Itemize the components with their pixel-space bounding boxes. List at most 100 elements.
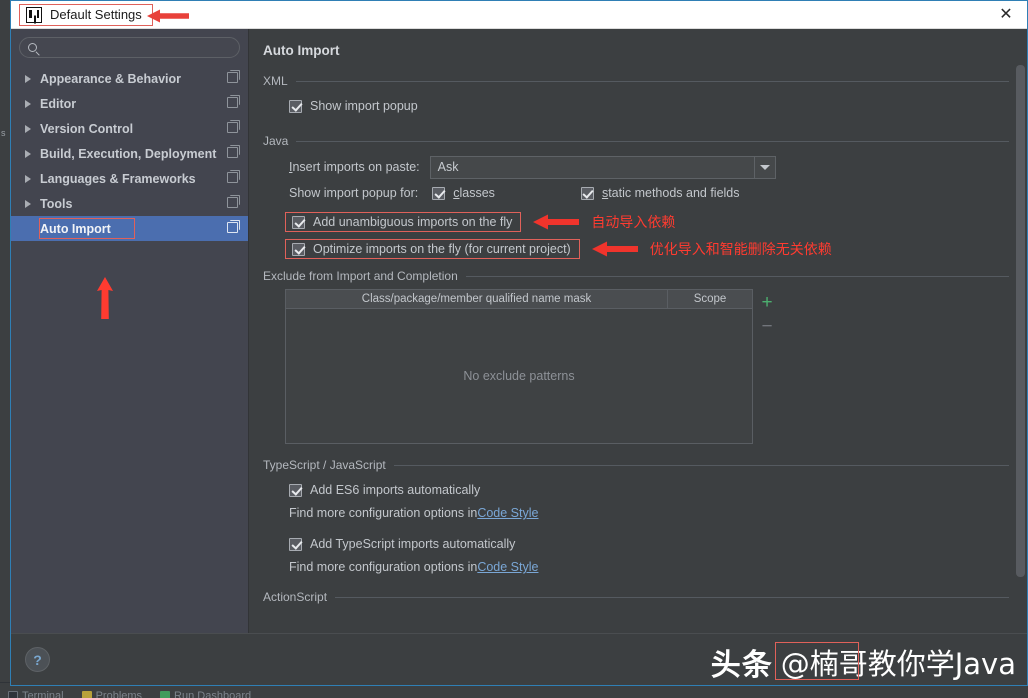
ide-edge-marker: s <box>1 128 6 138</box>
code-style-link[interactable]: Code Style <box>477 506 538 520</box>
dialog-titlebar: Default Settings ✕ <box>11 1 1027 29</box>
checkbox-label: Show import popup <box>310 99 418 113</box>
chevron-down-icon[interactable] <box>754 157 775 178</box>
group-header-exclude: Exclude from Import and Completion <box>263 269 1009 283</box>
checkbox-classes[interactable] <box>432 187 445 200</box>
column-header-scope[interactable]: Scope <box>668 290 752 308</box>
checkbox-label: Add ES6 imports automatically <box>310 483 480 497</box>
classes-label-rest: lasses <box>460 186 495 200</box>
static-methods-label-rest: tatic methods and fields <box>608 186 739 200</box>
column-header-mask[interactable]: Class/package/member qualified name mask <box>286 290 668 308</box>
status-item-terminal[interactable]: Terminal <box>8 690 64 698</box>
status-item-problems[interactable]: Problems <box>82 690 142 698</box>
empty-state-message: No exclude patterns <box>463 369 574 383</box>
red-arrow-left-icon <box>533 214 579 230</box>
scrollbar-thumb[interactable] <box>1016 65 1025 577</box>
annotated-row-optimize-imports: Optimize imports on the fly (for current… <box>263 239 1009 259</box>
checkbox-add-unambiguous-imports[interactable] <box>292 216 305 229</box>
sidebar-item-label: Version Control <box>40 122 133 136</box>
chevron-right-icon <box>25 75 31 83</box>
help-button[interactable]: ? <box>25 647 50 672</box>
checkbox-label: Add unambiguous imports on the fly <box>313 215 512 229</box>
checkbox-row-add-typescript[interactable]: Add TypeScript imports automatically <box>263 532 1009 556</box>
content-scrollbar[interactable] <box>1016 65 1025 625</box>
terminal-icon <box>8 691 18 698</box>
search-icon <box>28 43 37 52</box>
status-item-run-dashboard[interactable]: Run Dashboard <box>160 690 251 698</box>
chevron-right-icon <box>25 200 31 208</box>
annotation-auto-import-note: 自动导入依赖 <box>591 212 675 232</box>
status-item-problems-label: Problems <box>96 690 142 698</box>
insert-imports-label: Insert imports on paste: <box>289 160 420 174</box>
run-icon <box>160 691 170 698</box>
copy-settings-icon[interactable] <box>227 97 238 108</box>
remove-exclude-button[interactable]: − <box>755 314 779 338</box>
highlight-box-optimize-imports[interactable]: Optimize imports on the fly (for current… <box>285 239 580 259</box>
add-exclude-button[interactable]: + <box>755 290 779 314</box>
red-arrow-left-icon <box>147 9 189 23</box>
sidebar-item-version-control[interactable]: Version Control <box>11 116 248 141</box>
copy-settings-icon[interactable] <box>227 122 238 133</box>
dialog-title-highlight: Default Settings <box>19 4 153 26</box>
checkbox-static-methods[interactable] <box>581 187 594 200</box>
chevron-right-icon <box>25 125 31 133</box>
search-input[interactable] <box>43 41 239 55</box>
sidebar-item-label: Tools <box>40 197 72 211</box>
checkbox-label: Add TypeScript imports automatically <box>310 537 515 551</box>
show-import-popup-for-label: Show import popup for: <box>289 186 418 200</box>
annotation-optimize-note: 优化导入和智能删除无关依赖 <box>650 239 832 259</box>
checkbox-label: Optimize imports on the fly (for current… <box>313 242 571 256</box>
exclude-table[interactable]: Class/package/member qualified name mask… <box>285 289 753 444</box>
sidebar-item-label: Auto Import <box>40 222 111 236</box>
checkbox-row-show-import-popup[interactable]: Show import popup <box>263 94 1009 118</box>
sidebar-item-build-execution-deployment[interactable]: Build, Execution, Deployment <box>11 141 248 166</box>
group-label: TypeScript / JavaScript <box>263 458 386 472</box>
copy-settings-icon[interactable] <box>227 222 238 233</box>
status-item-terminal-label: Terminal <box>22 690 64 698</box>
group-label: Exclude from Import and Completion <box>263 269 458 283</box>
sidebar-item-label: Build, Execution, Deployment <box>40 147 216 161</box>
ts-hint-text: Find more configuration options in <box>289 560 477 574</box>
settings-sidebar: Appearance & Behavior Editor Version Con… <box>11 29 249 633</box>
copy-settings-icon[interactable] <box>227 72 238 83</box>
search-container <box>11 37 248 64</box>
checkbox-show-import-popup[interactable] <box>289 100 302 113</box>
sidebar-item-label: Languages & Frameworks <box>40 172 196 186</box>
group-header-xml: XML <box>263 74 1009 88</box>
dialog-title: Default Settings <box>50 7 142 22</box>
group-header-typescript: TypeScript / JavaScript <box>263 458 1009 472</box>
checkbox-optimize-imports[interactable] <box>292 243 305 256</box>
sidebar-item-languages-frameworks[interactable]: Languages & Frameworks <box>11 166 248 191</box>
sidebar-item-auto-import[interactable]: Auto Import <box>11 216 248 241</box>
insert-imports-value: Ask <box>431 160 459 174</box>
watermark: 头条 @楠哥教你学Java <box>711 640 1016 684</box>
group-divider <box>466 276 1009 277</box>
sidebar-item-editor[interactable]: Editor <box>11 91 248 116</box>
exclude-table-buttons: + − <box>753 289 781 444</box>
intellij-idea-icon <box>26 7 42 23</box>
ts-hint-row: Find more configuration options in Code … <box>263 556 1009 578</box>
problems-icon <box>82 691 92 698</box>
checkbox-add-es6-imports[interactable] <box>289 484 302 497</box>
chevron-right-icon <box>25 175 31 183</box>
watermark-handle: @楠哥教你学Java <box>781 641 1016 683</box>
copy-settings-icon[interactable] <box>227 197 238 208</box>
es6-hint-text: Find more configuration options in <box>289 506 477 520</box>
copy-settings-icon[interactable] <box>227 172 238 183</box>
highlight-box-add-unambiguous[interactable]: Add unambiguous imports on the fly <box>285 212 521 232</box>
close-button[interactable]: ✕ <box>995 5 1017 25</box>
group-header-java: Java <box>263 134 1009 148</box>
checkbox-add-typescript-imports[interactable] <box>289 538 302 551</box>
copy-settings-icon[interactable] <box>227 147 238 158</box>
annotated-row-add-unambiguous: Add unambiguous imports on the fly 自动导入依… <box>263 212 1009 232</box>
checkbox-row-add-es6[interactable]: Add ES6 imports automatically <box>263 478 1009 502</box>
insert-imports-combobox[interactable]: Ask <box>430 156 776 179</box>
sidebar-item-tools[interactable]: Tools <box>11 191 248 216</box>
settings-dialog: Default Settings ✕ Appeara <box>10 0 1028 686</box>
search-box[interactable] <box>19 37 240 58</box>
sidebar-item-appearance-behavior[interactable]: Appearance & Behavior <box>11 66 248 91</box>
status-item-run-dashboard-label: Run Dashboard <box>174 690 251 698</box>
code-style-link[interactable]: Code Style <box>477 560 538 574</box>
exclude-table-header: Class/package/member qualified name mask… <box>286 290 752 309</box>
page-title: Auto Import <box>263 43 1009 58</box>
